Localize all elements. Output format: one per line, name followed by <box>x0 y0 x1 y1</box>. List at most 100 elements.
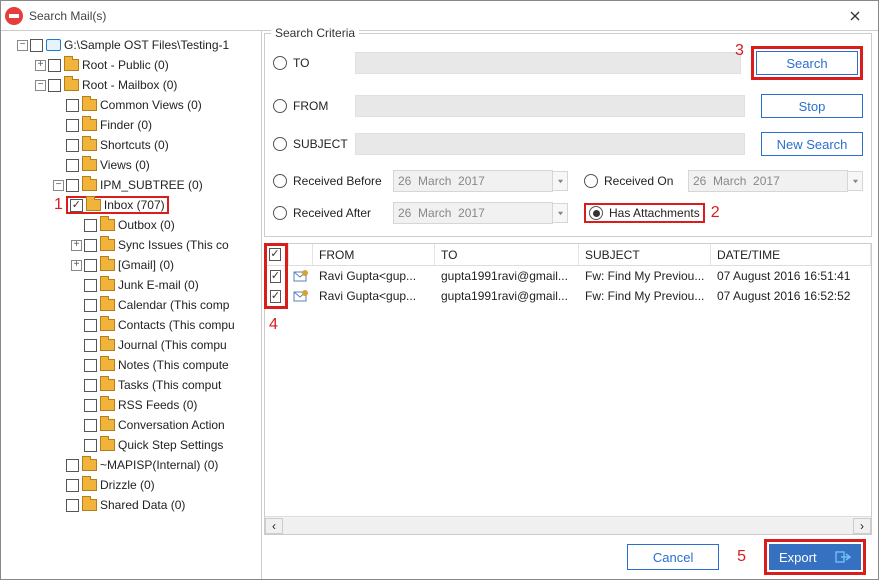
expander-icon[interactable]: + <box>35 60 46 71</box>
tree-node[interactable]: Shortcuts (0) <box>7 135 261 155</box>
new-search-button[interactable]: New Search <box>761 132 863 156</box>
col-from[interactable]: FROM <box>313 244 435 265</box>
scroll-left-icon[interactable]: ‹ <box>265 518 283 534</box>
checkbox[interactable] <box>84 359 97 372</box>
checkbox[interactable] <box>30 39 43 52</box>
titlebar: Search Mail(s) <box>1 1 878 31</box>
tree-node[interactable]: +Sync Issues (This co <box>7 235 261 255</box>
date-received-before[interactable]: 26 March 2017 <box>393 170 553 192</box>
input-from[interactable] <box>355 95 745 117</box>
checkbox[interactable] <box>84 299 97 312</box>
cancel-button[interactable]: Cancel <box>627 544 719 570</box>
checkbox[interactable] <box>66 159 79 172</box>
col-subject[interactable]: SUBJECT <box>579 244 711 265</box>
tree-node[interactable]: − Root - Mailbox (0) <box>7 75 261 95</box>
checkbox[interactable] <box>84 339 97 352</box>
radio-received-after[interactable] <box>273 206 287 220</box>
input-subject[interactable] <box>355 133 745 155</box>
folder-icon <box>100 339 115 351</box>
tree-label: Conversation Action <box>118 418 225 432</box>
tree-node[interactable]: Contacts (This compu <box>7 315 261 335</box>
stop-button[interactable]: Stop <box>761 94 863 118</box>
tree-node[interactable]: Views (0) <box>7 155 261 175</box>
window-title: Search Mail(s) <box>29 9 106 23</box>
tree-label: Inbox (707) <box>104 198 165 212</box>
radio-to[interactable] <box>273 56 287 70</box>
callout-3: 3 <box>735 42 744 60</box>
checkbox[interactable] <box>84 319 97 332</box>
checkbox[interactable] <box>84 379 97 392</box>
date-dropdown-icon[interactable] <box>552 171 568 191</box>
callout-box-2: Has Attachments <box>584 203 705 223</box>
tree-node[interactable]: Conversation Action <box>7 415 261 435</box>
date-received-after[interactable]: 26 March 2017 <box>393 202 553 224</box>
close-button[interactable] <box>836 2 874 30</box>
tree-node[interactable]: Junk E-mail (0) <box>7 275 261 295</box>
tree-node[interactable]: Finder (0) <box>7 115 261 135</box>
checkbox[interactable] <box>66 139 79 152</box>
col-datetime[interactable]: DATE/TIME <box>711 244 871 265</box>
tree-node[interactable]: RSS Feeds (0) <box>7 395 261 415</box>
export-button[interactable]: Export <box>769 544 861 570</box>
radio-received-before[interactable] <box>273 174 287 188</box>
expander-icon[interactable]: − <box>53 180 64 191</box>
tree-node[interactable]: Outbox (0) <box>7 215 261 235</box>
checkbox[interactable] <box>66 119 79 132</box>
horizontal-scrollbar[interactable]: ‹ › <box>265 516 871 534</box>
tree-node[interactable]: Drizzle (0) <box>7 475 261 495</box>
tree-node[interactable]: Quick Step Settings <box>7 435 261 455</box>
checkbox[interactable] <box>84 239 97 252</box>
date-received-on[interactable]: 26 March 2017 <box>688 170 848 192</box>
tree-node[interactable]: Tasks (This comput <box>7 375 261 395</box>
checkbox[interactable] <box>66 479 79 492</box>
tree-node[interactable]: Common Views (0) <box>7 95 261 115</box>
folder-icon <box>64 59 79 71</box>
checkbox[interactable] <box>84 419 97 432</box>
tree-root[interactable]: − G:\Sample OST Files\Testing-1 <box>7 35 261 55</box>
tree-node[interactable]: Shared Data (0) <box>7 495 261 515</box>
expander-icon[interactable]: + <box>71 260 82 271</box>
tree-node[interactable]: Notes (This compute <box>7 355 261 375</box>
table-row[interactable]: Ravi Gupta<gup... gupta1991ravi@gmail...… <box>265 286 871 306</box>
tree-node[interactable]: Calendar (This comp <box>7 295 261 315</box>
col-to[interactable]: TO <box>435 244 579 265</box>
checkbox[interactable] <box>84 279 97 292</box>
scroll-right-icon[interactable]: › <box>853 518 871 534</box>
folder-icon <box>82 459 97 471</box>
tree-node[interactable]: +[Gmail] (0) <box>7 255 261 275</box>
tree-node[interactable]: Journal (This compu <box>7 335 261 355</box>
checkbox[interactable] <box>84 219 97 232</box>
cell-to: gupta1991ravi@gmail... <box>435 289 579 303</box>
tree-node[interactable]: + Root - Public (0) <box>7 55 261 75</box>
date-dropdown-icon[interactable] <box>552 203 568 223</box>
folder-tree[interactable]: − G:\Sample OST Files\Testing-1 + Root -… <box>1 31 262 579</box>
checkbox[interactable] <box>66 179 79 192</box>
expander-icon[interactable]: + <box>71 240 82 251</box>
tree-node-inbox[interactable]: 1 Inbox (707) <box>7 195 261 215</box>
search-button[interactable]: Search <box>756 51 858 75</box>
date-dropdown-icon[interactable] <box>847 171 863 191</box>
radio-received-on[interactable] <box>584 174 598 188</box>
checkbox[interactable] <box>48 79 61 92</box>
checkbox[interactable] <box>84 399 97 412</box>
expander-icon[interactable]: − <box>35 80 46 91</box>
radio-has-attachments[interactable] <box>589 206 603 220</box>
tree-node[interactable]: ~MAPISP(Internal) (0) <box>7 455 261 475</box>
expander-icon[interactable]: − <box>17 40 28 51</box>
scroll-track[interactable] <box>283 518 853 534</box>
checkbox[interactable] <box>66 459 79 472</box>
tree-label: Drizzle (0) <box>100 478 155 492</box>
tree-label: Shortcuts (0) <box>100 138 169 152</box>
radio-from[interactable] <box>273 99 287 113</box>
checkbox[interactable] <box>48 59 61 72</box>
checkbox-checked[interactable] <box>70 199 83 212</box>
tree-node[interactable]: −IPM_SUBTREE (0) <box>7 175 261 195</box>
table-row[interactable]: Ravi Gupta<gup... gupta1991ravi@gmail...… <box>265 266 871 286</box>
radio-subject[interactable] <box>273 137 287 151</box>
checkbox[interactable] <box>66 499 79 512</box>
checkbox[interactable] <box>84 259 97 272</box>
tree-label: Root - Mailbox (0) <box>82 78 177 92</box>
input-to[interactable] <box>355 52 741 74</box>
checkbox[interactable] <box>84 439 97 452</box>
checkbox[interactable] <box>66 99 79 112</box>
